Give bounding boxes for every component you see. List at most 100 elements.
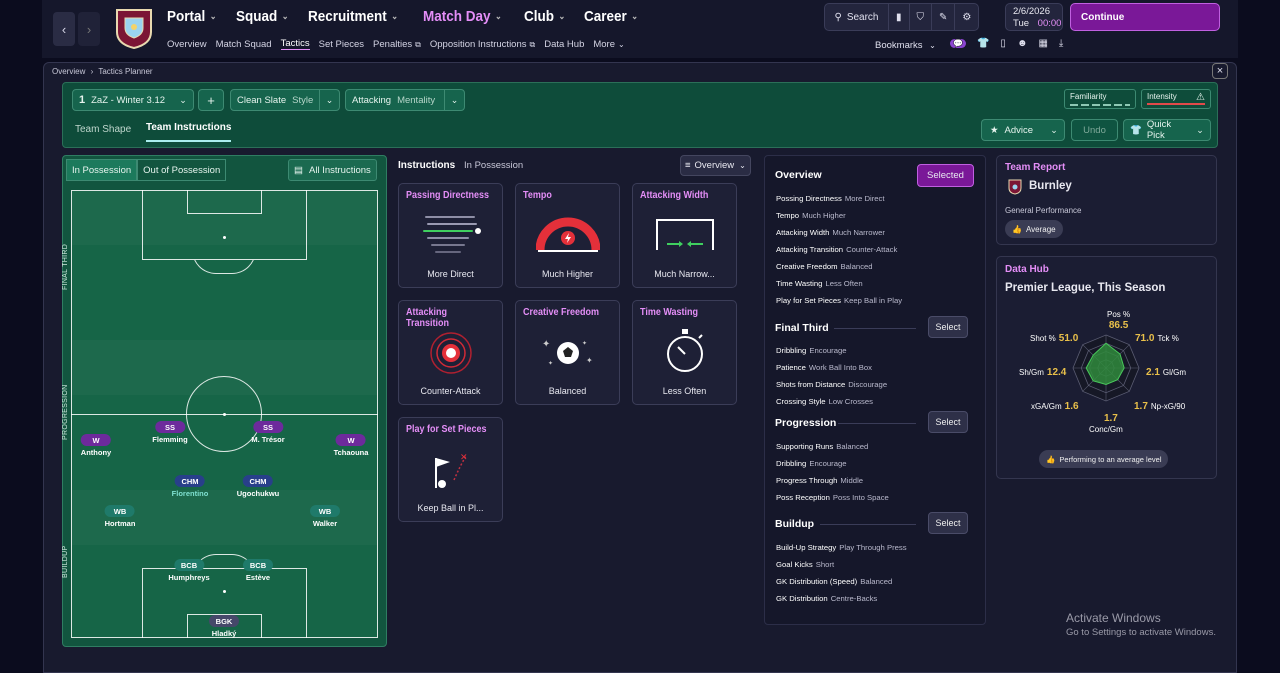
out-possession-button[interactable]: Out of Possession (137, 159, 227, 181)
player-role-badge: SS (154, 421, 185, 433)
sub-nav-match-squad[interactable]: Match Squad (216, 39, 272, 50)
chat-icon[interactable]: 💬 (950, 39, 966, 48)
selected-button[interactable]: Selected (917, 164, 974, 187)
player-name: Estève (245, 573, 271, 582)
tactic-selector[interactable]: 1 ZaZ - Winter 3.12 ⌄ (72, 89, 194, 111)
instruction-summary-row: Time Wasting Less Often (776, 279, 863, 288)
sub-nav-more[interactable]: More ⌄ (593, 39, 624, 50)
sub-nav-set-pieces[interactable]: Set Pieces (319, 39, 364, 50)
main-nav-portal[interactable]: Portal ⌄ (167, 8, 217, 25)
player-marker[interactable]: WB Hortman (105, 505, 135, 528)
close-button[interactable]: × (1212, 63, 1228, 79)
main-nav-squad[interactable]: Squad ⌄ (236, 8, 289, 25)
external-link-icon: ⧉ (529, 39, 536, 49)
search-button[interactable]: ⚲ Search (825, 4, 889, 30)
calendar-icon[interactable]: ▦ (1038, 38, 1047, 49)
player-marker[interactable]: W Anthony (81, 434, 111, 457)
club-button[interactable]: ⛉ (910, 4, 933, 30)
view-selector[interactable]: ≡ Overview ⌄ (680, 155, 751, 176)
instruction-summary-row: Poss Reception Poss Into Space (776, 493, 889, 502)
svg-text:✦: ✦ (542, 339, 550, 350)
card-creative-freedom[interactable]: Creative Freedom ✦ ✦ ✦ ✦ Balanced (515, 300, 620, 405)
in-possession-button[interactable]: In Possession (66, 159, 138, 181)
player-marker[interactable]: BCB Humphreys (168, 559, 210, 582)
team-report-card[interactable]: Team Report Burnley General Performance … (996, 155, 1217, 245)
card-play-for-set-pieces[interactable]: Play for Set Pieces ✕ Keep Ball in Pl... (398, 417, 503, 522)
instruction-summary-row: Shots from Distance Discourage (776, 380, 888, 389)
download-icon[interactable]: ⤓ (1059, 38, 1063, 49)
buildup-title: Buildup (775, 518, 815, 530)
intensity-meter[interactable]: Intensity ⚠ (1141, 89, 1211, 109)
player-marker[interactable]: CHM Ugochukwu (237, 475, 279, 498)
player-marker[interactable]: SS Flemming (152, 421, 188, 444)
advice-button[interactable]: ★ Advice ⌄ (981, 119, 1065, 141)
svg-text:✦: ✦ (548, 360, 553, 367)
progression-select-button[interactable]: Select (928, 411, 968, 433)
card-tempo[interactable]: Tempo Much Higher (515, 183, 620, 288)
edit-button[interactable]: ✎ (932, 4, 956, 30)
sub-nav-penalties[interactable]: Penalties ⧉ (373, 39, 421, 50)
player-role-badge: CHM (243, 475, 273, 487)
main-nav-club[interactable]: Club ⌄ (524, 8, 565, 25)
card-time-wasting[interactable]: Time Wasting Less Often (632, 300, 737, 405)
sub-nav-overview[interactable]: Overview (167, 39, 207, 50)
add-tactic-button[interactable]: + (198, 89, 224, 111)
player-marker[interactable]: SS M. Trésor (251, 421, 285, 444)
main-nav: Portal ⌄ Squad ⌄ Recruitment ⌄ Match Day ⌄ Club ⌄… (167, 8, 658, 25)
familiarity-meter[interactable]: Familiarity (1064, 89, 1136, 109)
player-marker[interactable]: WB Walker (310, 505, 340, 528)
tempo-gauge-icon (535, 217, 600, 252)
instruction-summary-row: Build-Up Strategy Play Through Press (776, 543, 907, 552)
bottom-penalty-spot (223, 590, 226, 593)
width-arrows-icon (655, 219, 714, 250)
chevron-down-icon: ⌄ (281, 11, 289, 21)
mentality-selector[interactable]: Attacking Mentality ⌄ (345, 89, 465, 111)
player-role-badge: WB (310, 505, 340, 517)
player-marker[interactable]: W Tchaouna (334, 434, 368, 457)
date-display[interactable]: 2/6/2026 Tue 00:00 (1005, 3, 1063, 31)
toolbar-group: ⚲ Search ▮ ⛉ ✎ ⚙ (824, 3, 980, 31)
player-marker[interactable]: CHM Florentino (172, 475, 208, 498)
final-third-select-button[interactable]: Select (928, 316, 968, 338)
sub-nav-opposition-instructions[interactable]: Opposition Instructions ⧉ (430, 39, 535, 50)
instruction-summary-row: Attacking Transition Counter-Attack (776, 245, 898, 254)
continue-button[interactable]: Continue (1070, 3, 1220, 31)
radar-stat: 1.7 Np-xG/90 (1134, 401, 1186, 412)
document-icon[interactable]: ▯ (1000, 38, 1006, 49)
forward-button[interactable]: › (78, 12, 100, 46)
instruction-summary-row: Dribbling Encourage (776, 459, 847, 468)
main-nav-career[interactable]: Career ⌄ (584, 8, 638, 25)
shirt-icon[interactable]: 👕 (977, 38, 989, 49)
bookmark-button[interactable]: ▮ (889, 4, 910, 30)
quick-pick-button[interactable]: 👕 Quick Pick ⌄ (1123, 119, 1211, 141)
centre-spot (223, 413, 226, 416)
style-selector[interactable]: Clean Slate Style ⌄ (230, 89, 340, 111)
settings-button[interactable]: ⚙ (955, 4, 978, 30)
buildup-select-button[interactable]: Select (928, 512, 968, 534)
sub-nav-data-hub[interactable]: Data Hub (544, 39, 584, 50)
back-button[interactable]: ‹ (53, 12, 75, 46)
card-passing-directness[interactable]: Passing Directness More Direct (398, 183, 503, 288)
main-nav-match-day[interactable]: Match Day ⌄ (423, 8, 502, 25)
card-attacking-width[interactable]: Attacking Width Much Narrow... (632, 183, 737, 288)
tab-team-shape[interactable]: Team Shape (75, 124, 131, 135)
performance-badge: 👍 Performing to an average level (1039, 450, 1169, 468)
all-instructions-button[interactable]: ▤ All Instructions (288, 159, 377, 181)
face-icon[interactable]: ☻ (1017, 38, 1028, 49)
player-marker[interactable]: BCB Estève (243, 559, 273, 582)
bookmarks-menu[interactable]: Bookmarks ⌄ (875, 40, 936, 51)
chevron-down-icon: ⌄ (179, 94, 187, 105)
top-penalty-spot (223, 236, 226, 239)
breadcrumb-root[interactable]: Overview (52, 67, 85, 76)
card-attacking-transition[interactable]: Attacking Transition Counter-Attack (398, 300, 503, 405)
main-nav-recruitment[interactable]: Recruitment ⌄ (308, 8, 398, 25)
player-name: Flemming (152, 435, 188, 444)
undo-button[interactable]: Undo (1071, 119, 1118, 141)
chevron-down-icon: ⌄ (391, 11, 399, 21)
club-crest-icon[interactable] (114, 6, 154, 50)
player-name: Walker (312, 519, 338, 528)
tab-team-instructions[interactable]: Team Instructions (146, 122, 232, 142)
player-marker[interactable]: BGK Hladký (209, 615, 239, 638)
chevron-down-icon: ⌄ (929, 41, 936, 50)
sub-nav-tactics[interactable]: Tactics (280, 38, 310, 50)
